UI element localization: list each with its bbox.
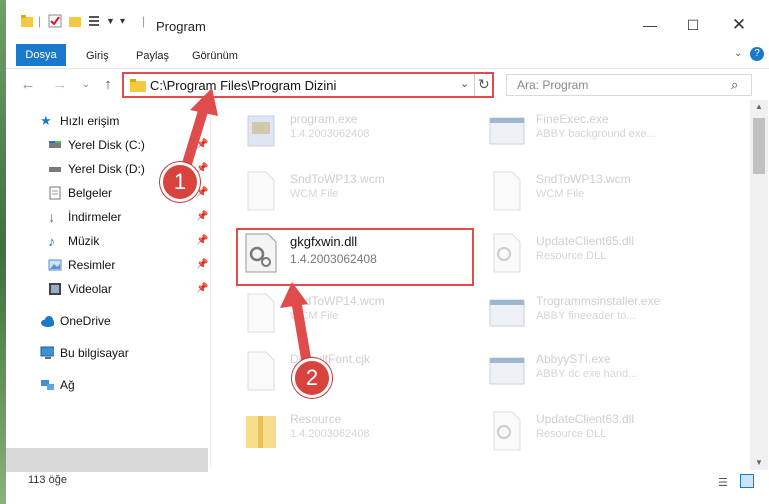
arrow-2-head [280, 282, 308, 308]
arrow-1-head [190, 88, 218, 116]
explorer-window: | ▼ ▾ | Program — ☐ ✕ Dosya Giriş Paylaş… [6, 0, 769, 504]
annotation-arrows [177, 88, 313, 375]
callout-badge-1: 1 [160, 162, 200, 202]
callout-badge-2: 2 [292, 358, 332, 398]
